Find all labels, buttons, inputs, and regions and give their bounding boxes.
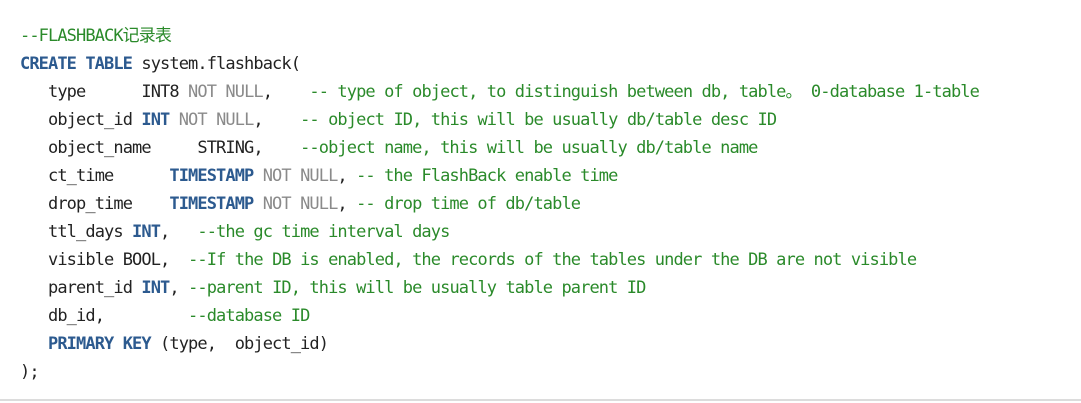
column-name: ttl_days [48,222,133,242]
closing-paren: ); [20,362,40,382]
code-line-column-parent-id: parent_id INT, --parent ID, this will be… [20,274,1081,302]
column-type: STRING [197,138,254,158]
punctuation: , [160,222,198,242]
code-line-header-comment: --FLASHBACK记录表 [20,22,1081,50]
column-type-keyword: TIMESTAMP [169,166,254,186]
column-name: visible [48,250,123,270]
comment: --the gc time interval days [197,222,450,242]
primary-key-keyword: PRIMARY KEY [48,334,152,354]
comment: -- drop time of db/table [356,194,581,214]
column-type-keyword: INT [132,222,161,242]
code-line-column-object-name: object_name STRING, --object name, this … [20,134,1081,162]
column-name: object_id [48,110,142,130]
not-null-constraint: NOT NULL [253,194,339,214]
punctuation: , [253,138,301,158]
not-null-constraint: NOT NULL [169,110,255,130]
column-type-keyword: INT [141,278,170,298]
punctuation: , [262,82,310,102]
column-name: drop_time [48,194,170,214]
code-line-column-db-id: db_id, --database ID [20,302,1081,330]
punctuation: , [337,194,357,214]
punctuation: , [160,250,189,270]
column-type-keyword: TIMESTAMP [169,194,254,214]
comment: --parent ID, this will be usually table … [188,278,646,298]
keyword: CREATE TABLE [20,54,133,74]
comment: --FLASHBACK记录表 [20,26,172,46]
column-type: INT8 [141,82,179,102]
code-line-primary-key: PRIMARY KEY (type, object_id) [20,330,1081,358]
punctuation: , [337,166,357,186]
code-line-column-type: type INT8 NOT NULL, -- type of object, t… [20,78,1081,106]
comment: -- type of object, to distinguish betwee… [309,82,979,102]
code-line-column-object-id: object_id INT NOT NULL, -- object ID, th… [20,106,1081,134]
not-null-constraint: NOT NULL [253,166,339,186]
code-line-column-ttl-days: ttl_days INT, --the gc time interval day… [20,218,1081,246]
comment: --database ID [188,306,310,326]
punctuation: , [253,110,301,130]
column-name: object_name [48,138,198,158]
code-line-column-drop-time: drop_time TIMESTAMP NOT NULL, -- drop ti… [20,190,1081,218]
punctuation: , [169,278,189,298]
comment: --object name, this will be usually db/t… [300,138,758,158]
primary-key-columns: (type, object_id) [150,334,329,354]
column-name: ct_time [48,166,170,186]
table-name: system.flashback( [132,54,301,74]
column-name: parent_id [48,278,142,298]
code-line-column-visible: visible BOOL, --If the DB is enabled, th… [20,246,1081,274]
code-line-close: ); [20,358,1081,386]
code-line-create-table: CREATE TABLE system.flashback( [20,50,1081,78]
column-name: db_id, [48,306,189,326]
code-block: --FLASHBACK记录表 CREATE TABLE system.flashb… [0,0,1081,401]
not-null-constraint: NOT NULL [178,82,264,102]
column-type: BOOL [122,250,161,270]
comment: --If the DB is enabled, the records of t… [188,250,917,270]
sql-code: --FLASHBACK记录表 CREATE TABLE system.flashb… [0,0,1081,386]
code-line-column-ct-time: ct_time TIMESTAMP NOT NULL, -- the Flash… [20,162,1081,190]
column-type-keyword: INT [141,110,170,130]
comment: -- object ID, this will be usually db/ta… [300,110,777,130]
comment: -- the FlashBack enable time [356,166,618,186]
column-name: type [48,82,142,102]
